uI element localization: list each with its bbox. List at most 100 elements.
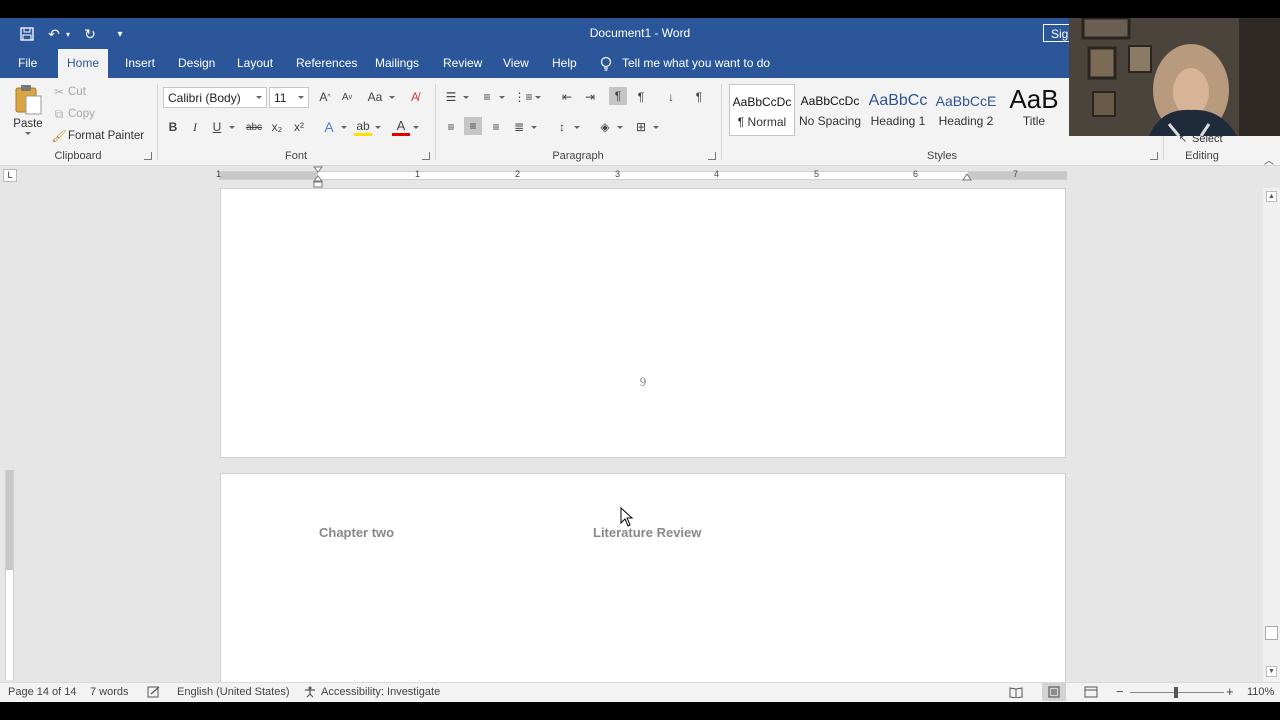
paste-label: Paste <box>13 118 43 130</box>
tab-design[interactable]: Design <box>170 49 223 78</box>
vertical-scrollbar[interactable]: ▲ ▼ <box>1263 188 1280 682</box>
align-center-icon: ≡ <box>469 119 477 133</box>
font-size-combo[interactable]: 11 <box>269 87 309 108</box>
numbering-button[interactable]: ≡ <box>478 88 505 106</box>
subscript-button[interactable]: x₂ <box>268 118 286 136</box>
first-line-indent-marker[interactable] <box>313 166 323 188</box>
tab-help[interactable]: Help <box>544 49 585 78</box>
tell-me-label: Tell me what you want to do <box>622 56 771 70</box>
borders-button[interactable]: ⊞ <box>632 118 659 136</box>
mouse-cursor-icon <box>620 507 634 527</box>
style-normal[interactable]: AaBbCcDc ¶ Normal <box>729 84 795 136</box>
proofing-icon[interactable] <box>147 686 161 701</box>
align-center-button[interactable]: ≡ <box>464 117 482 135</box>
style-normal-preview: AaBbCcDc <box>732 95 792 109</box>
bullets-button[interactable]: ☰ <box>442 88 469 106</box>
shrink-font-button[interactable]: Av <box>338 88 356 106</box>
line-spacing-button[interactable]: ↕ <box>553 118 580 136</box>
style-normal-label: ¶ Normal <box>737 115 787 129</box>
change-case-button[interactable]: Aa <box>364 88 395 106</box>
decrease-indent-button[interactable]: ⇤ <box>558 88 576 106</box>
language-status[interactable]: English (United States) <box>177 686 290 698</box>
align-right-button[interactable]: ≡ <box>487 118 505 136</box>
styles-dialog-launcher[interactable] <box>1150 152 1158 160</box>
print-layout-icon[interactable] <box>1042 683 1066 701</box>
zoom-level[interactable]: 110% <box>1247 686 1274 698</box>
page-count-status[interactable]: Page 14 of 14 <box>8 686 77 698</box>
style-no-spacing[interactable]: AaBbCcDc No Spacing <box>797 84 863 136</box>
borders-icon: ⊞ <box>635 120 647 134</box>
scroll-down-icon[interactable]: ▼ <box>1266 666 1277 677</box>
word-count-status[interactable]: 7 words <box>90 686 129 698</box>
text-effects-icon: A <box>324 119 334 135</box>
format-painter-button[interactable]: 🖌 Format Painter <box>50 127 144 145</box>
vertical-ruler[interactable] <box>5 470 14 680</box>
tab-selector[interactable]: L <box>3 169 17 182</box>
accessibility-status[interactable]: Accessibility: Investigate <box>321 686 440 698</box>
zoom-out-icon[interactable]: − <box>1116 684 1124 699</box>
copy-icon: ⧉ <box>54 106 64 121</box>
clear-formatting-button[interactable]: A̸ <box>406 88 424 106</box>
web-layout-icon[interactable] <box>1084 686 1098 701</box>
tab-insert[interactable]: Insert <box>117 49 163 78</box>
shading-button[interactable]: ◈ <box>596 118 623 136</box>
paste-button[interactable]: Paste <box>10 84 46 140</box>
strikethrough-icon: abc <box>245 121 263 133</box>
font-dialog-launcher[interactable] <box>422 152 430 160</box>
strikethrough-button[interactable]: abc <box>244 118 264 136</box>
rtl-button[interactable]: ¶ <box>632 88 650 106</box>
increase-indent-button[interactable]: ⇥ <box>581 88 599 106</box>
zoom-in-icon[interactable]: + <box>1226 684 1234 699</box>
tab-review[interactable]: Review <box>435 49 490 78</box>
style-title[interactable]: AaB Title <box>1001 84 1067 136</box>
multilevel-list-button[interactable]: ⋮≡ <box>514 88 541 106</box>
superscript-icon: x² <box>294 120 304 134</box>
highlighter-icon: ab <box>354 118 372 136</box>
superscript-button[interactable]: x² <box>290 118 308 136</box>
read-mode-icon[interactable] <box>1009 686 1023 701</box>
sort-button[interactable]: ↓ <box>662 88 680 106</box>
paragraph-dialog-launcher[interactable] <box>708 152 716 160</box>
justify-button[interactable]: ≣ <box>510 118 537 136</box>
italic-button[interactable]: I <box>186 118 204 136</box>
style-heading-2[interactable]: AaBbCcE Heading 2 <box>933 84 999 136</box>
tab-layout[interactable]: Layout <box>229 49 281 78</box>
underline-button[interactable]: U <box>208 118 235 136</box>
document-page[interactable]: 9 <box>220 188 1066 458</box>
cut-button[interactable]: ✂ Cut <box>50 83 86 101</box>
right-indent-marker[interactable] <box>962 172 972 181</box>
copy-label: Copy <box>68 108 95 120</box>
tell-me-search[interactable]: Tell me what you want to do <box>600 49 770 78</box>
font-color-button[interactable]: A <box>392 118 419 136</box>
font-name-value: Calibri (Body) <box>168 91 241 105</box>
document-page[interactable]: Chapter two Literature Review <box>220 473 1066 702</box>
show-formatting-button[interactable]: ¶ <box>690 88 708 106</box>
grow-font-button[interactable]: A ^ <box>316 88 334 106</box>
bold-button[interactable]: B <box>164 118 182 136</box>
chapter-heading[interactable]: Chapter two <box>319 525 394 540</box>
tab-home[interactable]: Home <box>58 49 108 78</box>
scroll-up-icon[interactable]: ▲ <box>1266 191 1277 202</box>
tab-file[interactable]: File <box>10 49 45 78</box>
text-effects-button[interactable]: A <box>320 118 347 136</box>
clipboard-group-label: Clipboard <box>54 150 102 162</box>
chapter-title[interactable]: Literature Review <box>593 525 701 540</box>
collapse-ribbon-button[interactable]: ︿ <box>1260 150 1278 168</box>
clipboard-dialog-launcher[interactable] <box>144 152 152 160</box>
style-heading-1[interactable]: AaBbCc Heading 1 <box>865 84 931 136</box>
webcam-overlay <box>1069 18 1280 136</box>
highlight-button[interactable]: ab <box>354 118 381 136</box>
style-no-spacing-preview: AaBbCcDc <box>800 94 860 108</box>
align-left-button[interactable]: ≡ <box>442 118 460 136</box>
tab-view[interactable]: View <box>495 49 537 78</box>
font-name-combo[interactable]: Calibri (Body) <box>163 87 267 108</box>
copy-button[interactable]: ⧉ Copy <box>50 105 95 123</box>
tab-references[interactable]: References <box>288 49 365 78</box>
horizontal-ruler[interactable]: 1 1 2 3 4 5 6 7 <box>216 166 1067 188</box>
ltr-button[interactable]: ¶ <box>609 87 627 105</box>
tab-mailings[interactable]: Mailings <box>367 49 427 78</box>
ruler-number: 4 <box>714 169 720 179</box>
zoom-slider-thumb[interactable] <box>1174 687 1178 698</box>
scrollbar-thumb[interactable] <box>1265 626 1278 640</box>
italic-icon: I <box>193 119 197 134</box>
